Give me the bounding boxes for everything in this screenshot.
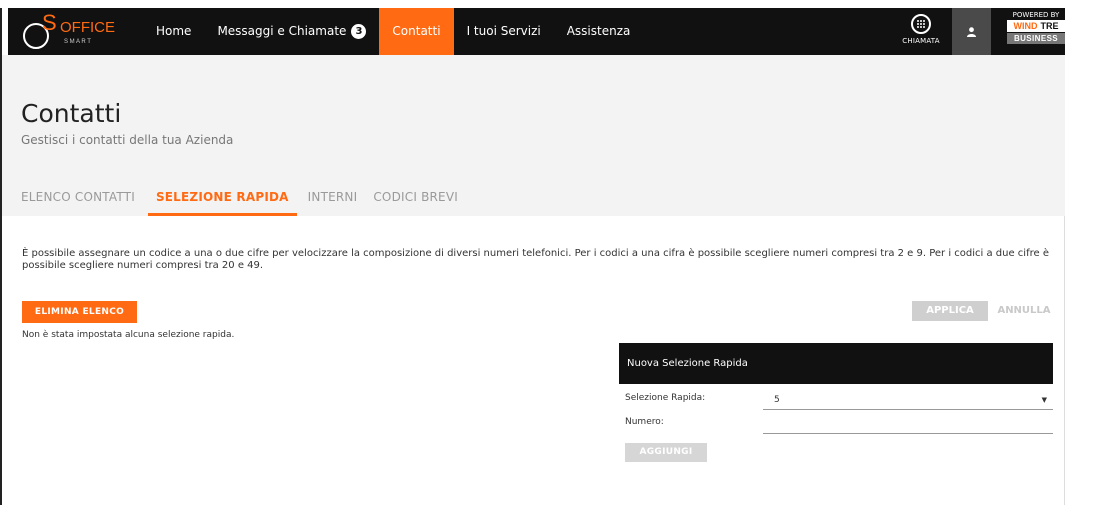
page-subtitle: Gestisci i contatti della tua Azienda: [21, 133, 234, 147]
business-label: BUSINESS: [1007, 33, 1065, 44]
user-icon: [967, 26, 976, 37]
add-button[interactable]: AGGIUNGI: [625, 443, 707, 462]
notification-badge: 3: [351, 24, 367, 39]
nav-home[interactable]: Home: [143, 8, 204, 55]
speed-dial-value: 5: [774, 395, 780, 405]
powered-by-label: POWERED BY: [1012, 11, 1060, 19]
number-input[interactable]: [763, 414, 1053, 434]
nav-home-label: Home: [156, 24, 192, 38]
logo-main-text: OFFICE: [60, 19, 115, 36]
nav-services-label: I tuoi Servizi: [466, 24, 541, 38]
nav-services[interactable]: I tuoi Servizi: [454, 8, 554, 55]
tab-speed-dial[interactable]: SELEZIONE RAPIDA: [147, 179, 297, 216]
nav-contacts-label: Contatti: [392, 24, 441, 38]
dialpad-icon: [911, 14, 931, 34]
tab-contact-list[interactable]: ELENCO CONTATTI: [21, 179, 140, 216]
empty-state-note: Non è stata impostata alcuna selezione r…: [22, 330, 235, 340]
nav-assistance[interactable]: Assistenza: [554, 8, 644, 55]
apply-button[interactable]: APPLICA: [912, 301, 988, 321]
chevron-down-icon: ▼: [1041, 396, 1047, 404]
powered-by-windtre: POWERED BY WIND TRE BUSINESS: [1007, 11, 1065, 44]
tre-text: TRE: [1040, 21, 1059, 31]
call-label: CHIAMATA: [902, 37, 940, 45]
call-button[interactable]: CHIAMATA: [901, 12, 941, 52]
user-menu-button[interactable]: [952, 8, 991, 55]
nav-messages-calls[interactable]: Messaggi e Chiamate 3: [204, 8, 379, 55]
page-title: Contatti: [21, 99, 122, 128]
speed-dial-select[interactable]: 5 ▼: [763, 391, 1053, 410]
delete-list-button[interactable]: ELIMINA ELENCO: [22, 301, 137, 323]
logo-sub-text: S M A R T: [64, 39, 91, 45]
nav-messages-label: Messaggi e Chiamate: [217, 24, 347, 38]
logo-letter: S: [42, 10, 57, 35]
tab-extensions[interactable]: INTERNI: [303, 179, 363, 216]
main-nav: Home Messaggi e Chiamate 3 Contatti I tuo…: [143, 8, 643, 55]
top-navigation-bar: S OFFICE S M A R T Home Messaggi e Chiam…: [8, 8, 1065, 55]
tab-short-codes[interactable]: CODICI BREVI: [368, 179, 463, 216]
windtre-logo: WIND TRE: [1007, 20, 1065, 32]
number-label: Numero:: [625, 417, 664, 427]
new-speed-dial-panel: Nuova Selezione Rapida Selezione Rapida:…: [619, 343, 1053, 462]
speed-dial-description: È possibile assegnare un codice a una o …: [22, 248, 1049, 271]
page-header: Contatti Gestisci i contatti della tua A…: [2, 55, 1065, 216]
office-smart-logo[interactable]: S OFFICE S M A R T: [20, 10, 120, 52]
cancel-button[interactable]: ANNULLA: [994, 301, 1054, 321]
panel-title: Nuova Selezione Rapida: [619, 343, 1053, 384]
speed-dial-label: Selezione Rapida:: [625, 393, 706, 403]
nav-assistance-label: Assistenza: [566, 24, 631, 38]
contacts-tabs: ELENCO CONTATTI SELEZIONE RAPIDA INTERNI…: [21, 179, 469, 216]
nav-contacts[interactable]: Contatti: [379, 8, 454, 55]
wind-text: WIND: [1013, 21, 1038, 31]
